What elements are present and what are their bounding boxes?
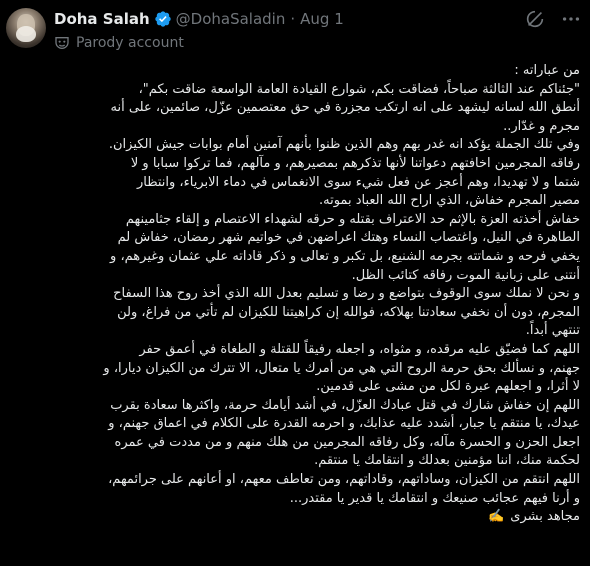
signature-name: مجاهد بشرى: [510, 509, 580, 525]
tweet-line: جهنم، و نسألك بحق حرمة الروح التي هي من …: [103, 360, 580, 376]
tweet-line: مصير المجرم خفاش، الذي اراح الله العباد …: [319, 193, 580, 209]
post-date[interactable]: Aug 1: [300, 10, 344, 28]
tweet-line: أنتنى على زبانية الموت رفاقه كتائب الظل.: [351, 267, 580, 283]
tweet-line: شتما و لا تهديدا، وهم أعجز عن فعل شيء سو…: [136, 174, 580, 190]
signature-line: مجاهد بشرى ✍️: [24, 508, 580, 527]
avatar[interactable]: [6, 8, 46, 48]
tweet-line: مجرم و غدّار..: [503, 118, 580, 134]
grok-icon[interactable]: [524, 8, 546, 30]
author-row: Doha Salah @DohaSaladin · Aug 1: [54, 9, 344, 29]
tweet-body: من عباراته : "جئناكم عند الثالثة صباحاً،…: [24, 62, 580, 562]
separator-dot: ·: [290, 10, 296, 28]
tweet-line: المجرم، دون أن نخفي سعادتنا بهلاكه، فوال…: [117, 304, 580, 320]
tweet-line: لا أثرا، و اجعلهم عبرة لكل من مشى على قد…: [316, 379, 580, 395]
tweet-line: اجعل الحزن و الحسرة مآله، وكل رفاقه المج…: [114, 434, 580, 450]
writing-hand-icon: ✍️: [488, 509, 505, 525]
tweet-line: عيدك، يا منتقم يا جبار، أشدد عليه عذابك،…: [108, 416, 580, 432]
tweet-line: اللهم كما فضيّق عليه مرقده، و مثواه، و ا…: [139, 341, 580, 357]
tweet-line: تنتهي أبداً.: [525, 323, 580, 339]
parody-label: Parody account: [76, 35, 184, 51]
tweet-line: خفاش أخذته العزة بالإثم حد الاعتراف بقتل…: [125, 211, 580, 227]
tweet-header: Doha Salah @DohaSaladin · Aug 1 Parody a…: [0, 0, 590, 60]
parody-row: Parody account: [54, 33, 184, 53]
tweet-line: اللهم انتقم من الكيزان، وساداتهم، وقادات…: [108, 472, 580, 488]
tweet-actions: [524, 8, 582, 30]
tweet-line: لحكمة منك، اننا مؤمنين بعدلك و انتقامك ي…: [314, 453, 580, 469]
verified-badge-icon: [154, 10, 172, 28]
tweet-line: و نحن لا نملك سوى الوقوف بتواضع و رضا و …: [113, 286, 580, 302]
tweet-line: "جئناكم عند الثالثة صباحاً، فضاقت بكم، ش…: [138, 81, 580, 97]
author-display-name[interactable]: Doha Salah: [54, 10, 150, 28]
tweet-line: الطاهرة في النيل، واغتصاب النساء وهتك اع…: [117, 230, 580, 246]
author-handle[interactable]: @DohaSaladin: [176, 10, 286, 28]
tweet-line: أنطق الله لسانه ليشهد على انه ارتكب مجزر…: [110, 100, 580, 116]
mask-icon: [54, 35, 70, 51]
tweet-line: من عباراته :: [514, 63, 580, 78]
tweet-line: يخفي فرحه و شماتته بجرمه الشنيع، بل تكبر…: [110, 248, 580, 264]
tweet-line: اللهم إن خفاش شارك في قتل عبادك العزّل، …: [110, 397, 580, 413]
tweet-line: و أرنا فيهم عجائب صنيعك و انتقامك يا قدي…: [289, 490, 580, 506]
avatar-beard: [16, 26, 36, 42]
tweet-line: رفاقه المجرمين اخافتهم دعواتنا لأنها تذك…: [130, 155, 580, 171]
tweet-line: وفي تلك الجملة يؤكد انه غدر بهم وهم الذي…: [108, 137, 580, 153]
more-icon[interactable]: [560, 8, 582, 30]
